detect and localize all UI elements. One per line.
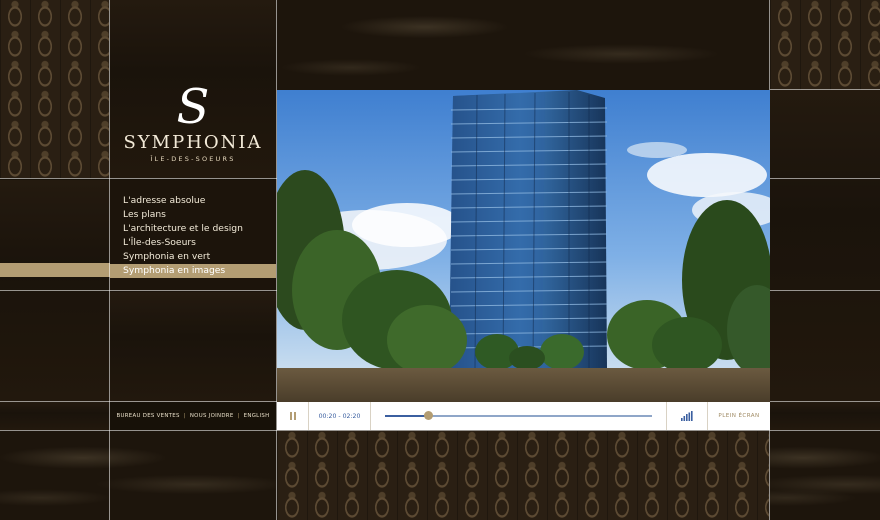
logo-brand-name: SYMPHONIA [123, 132, 263, 153]
time-display: 00:20 - 02:20 [309, 402, 371, 430]
hero-image [277, 90, 770, 368]
grid-line [770, 290, 880, 291]
footer-link-nous-joindre[interactable]: NOUS JOINDRE [190, 413, 234, 419]
nav-item-architecture[interactable]: L'architecture et le design [110, 222, 276, 236]
volume-button[interactable] [667, 402, 708, 430]
nav-lower-panel [110, 292, 276, 402]
symphonia-logo[interactable]: S SYMPHONIA ÎLE-DES-SOEURS [110, 82, 276, 163]
nav-item-en-vert[interactable]: Symphonia en vert [110, 250, 276, 264]
logo-subtitle: ÎLE-DES-SOEURS [150, 155, 236, 163]
smoke-panel-bottom-right [770, 431, 880, 520]
progress-thumb[interactable] [423, 411, 433, 420]
video-player-bar: 00:20 - 02:20 PLEIN ÉCRAN [277, 402, 770, 430]
pattern-panel-bottom-center [277, 431, 769, 520]
grid-line [0, 178, 277, 179]
nav-item-adresse[interactable]: L'adresse absolue [110, 194, 276, 208]
footer-link-bureau-des-ventes[interactable]: BUREAU DES VENTES [117, 413, 180, 419]
footer-separator: | [183, 413, 186, 419]
smoke-panel-top-center [277, 0, 769, 90]
caption-strip [277, 368, 770, 402]
right-side-panel [770, 90, 880, 402]
footer-separator: | [237, 413, 240, 419]
nav-item-plans[interactable]: Les plans [110, 208, 276, 222]
tower-photo [277, 90, 770, 368]
grid-line [770, 178, 880, 179]
right-footer-panel [770, 402, 880, 430]
pattern-panel-top-right [770, 0, 880, 90]
pause-icon [289, 412, 292, 420]
nav-item-en-images[interactable]: Symphonia en images [110, 264, 276, 278]
pause-icon [293, 412, 296, 420]
pattern-panel-top-left [0, 0, 109, 178]
grid-line [770, 89, 880, 90]
left-footer-panel [0, 402, 109, 430]
smoke-panel-bottom-left [0, 431, 276, 520]
nav-active-bar-left [0, 263, 110, 277]
footer-link-english[interactable]: ENGLISH [244, 413, 270, 419]
main-nav: L'adresse absolue Les plans L'architectu… [110, 194, 276, 278]
pause-button[interactable] [277, 402, 309, 430]
nav-item-ile-des-soeurs[interactable]: L'Île-des-Soeurs [110, 236, 276, 250]
volume-bars-icon [681, 411, 693, 421]
left-side-panel [0, 180, 109, 402]
grid-line [0, 290, 277, 291]
logo-s-mark: S [176, 79, 210, 135]
fullscreen-button[interactable]: PLEIN ÉCRAN [708, 402, 770, 430]
grid-line [0, 430, 880, 431]
footer-links: BUREAU DES VENTES | NOUS JOINDRE | ENGLI… [110, 402, 276, 430]
progress-scrubber[interactable] [371, 402, 667, 430]
progress-fill [385, 415, 428, 417]
